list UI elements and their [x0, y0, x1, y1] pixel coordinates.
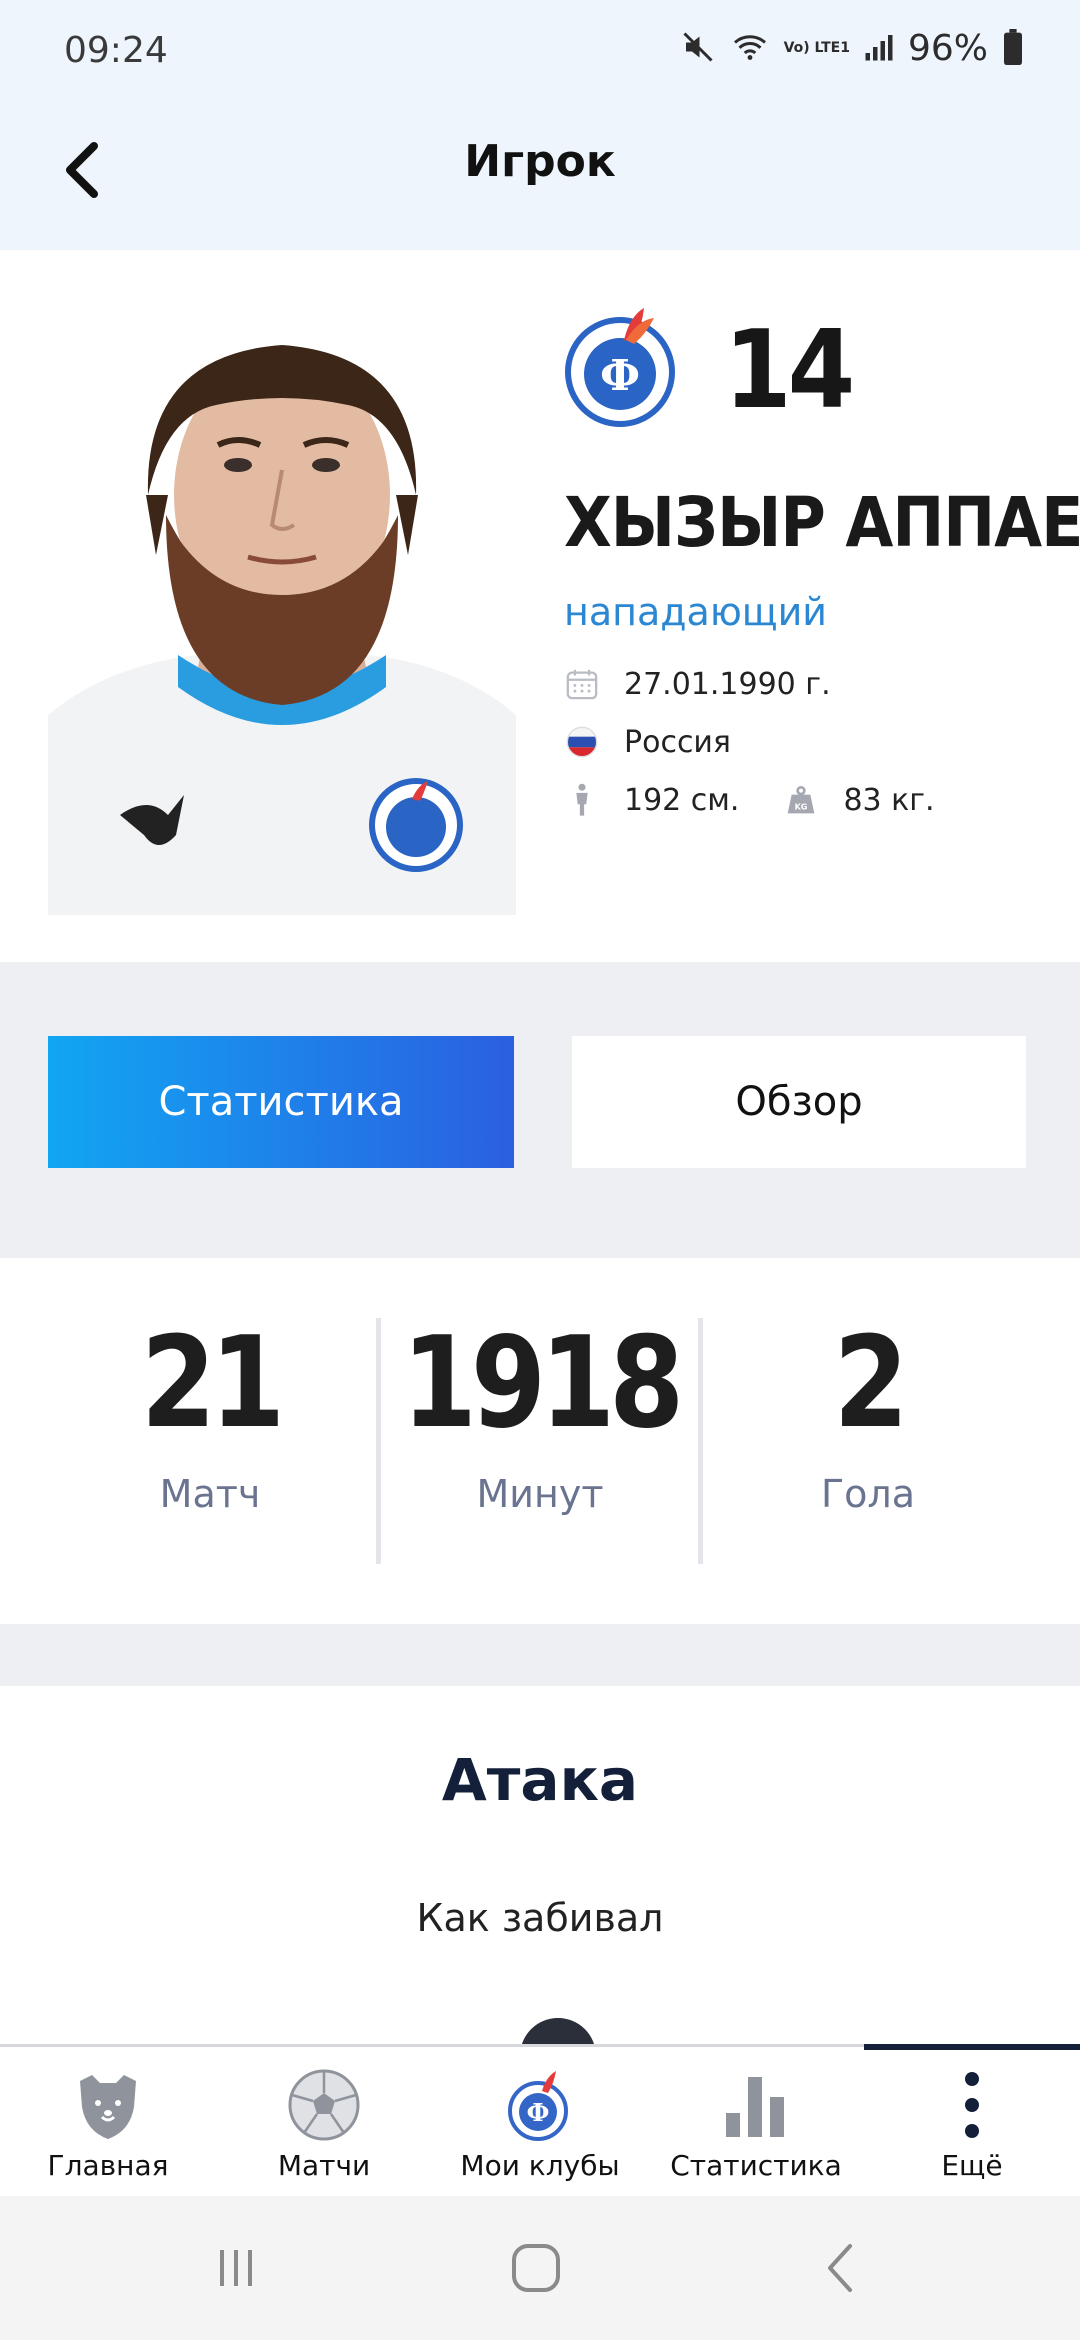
height-person-icon	[564, 782, 600, 818]
stat-label: Матч	[159, 1472, 261, 1516]
player-number: 14	[724, 308, 855, 433]
section-separator	[0, 1624, 1080, 1686]
stat-label: Минут	[476, 1472, 604, 1516]
stat-goals: 2 Гола	[748, 1310, 988, 1516]
nav-label: Матчи	[277, 2149, 371, 2182]
status-time: 09:24	[64, 30, 168, 71]
battery-percent: 96%	[907, 28, 988, 69]
wifi-icon	[730, 29, 770, 69]
divider	[376, 1318, 381, 1564]
birth-date: 27.01.1990 г.	[624, 666, 831, 702]
birth-date-row: 27.01.1990 г.	[564, 666, 831, 702]
bottom-navigation: Главная Матчи Ф Мои клубы Статистика Ещё	[0, 2044, 1080, 2196]
nav-item-home[interactable]: Главная	[0, 2047, 216, 2199]
stat-matches: 21 Матч	[90, 1310, 330, 1516]
height: 192 см.	[624, 782, 740, 818]
battery-icon	[1002, 28, 1024, 69]
calendar-icon	[564, 666, 600, 702]
page-title: Игрок	[464, 136, 616, 187]
russia-flag-icon	[564, 724, 600, 760]
stat-value: 1918	[401, 1310, 684, 1457]
club-logo-icon[interactable]: Ф	[564, 300, 676, 430]
nav-label: Мои клубы	[460, 2149, 620, 2182]
system-navigation	[0, 2196, 1080, 2340]
divider	[698, 1318, 703, 1564]
svg-text:Ф: Ф	[527, 2098, 550, 2127]
stat-label: Гола	[821, 1472, 915, 1516]
mute-icon	[680, 29, 716, 69]
club-logo-icon: Ф	[500, 2065, 580, 2145]
section-subtitle: Как забивал	[416, 1896, 664, 1940]
tab-overview[interactable]: Обзор	[572, 1036, 1026, 1168]
more-vertical-icon	[932, 2065, 1012, 2145]
status-icons: Vo) LTE1 96%	[680, 28, 1024, 69]
nav-label: Главная	[47, 2149, 169, 2182]
home-icon	[512, 2244, 560, 2292]
soccer-ball-icon	[284, 2065, 364, 2145]
nav-item-more[interactable]: Ещё	[864, 2047, 1080, 2199]
chart-peek	[520, 2018, 596, 2046]
stat-value: 21	[140, 1310, 285, 1457]
nav-item-matches[interactable]: Матчи	[216, 2047, 432, 2199]
signal-icon	[864, 31, 894, 67]
bear-logo-icon	[68, 2065, 148, 2145]
nav-label: Статистика	[670, 2149, 842, 2182]
svg-text:Ф: Ф	[600, 351, 640, 400]
attack-section: Атака Как забивал	[0, 1686, 1080, 2046]
country: Россия	[624, 724, 731, 760]
player-card: Ф 14 ХЫЗЫР АППАЕВ нападающий 27.01.1990 …	[0, 250, 1080, 962]
body-row: 192 см. KG 83 кг.	[564, 782, 935, 818]
weight-icon: KG	[783, 782, 819, 818]
weight: 83 кг.	[843, 782, 935, 818]
player-photo	[48, 295, 516, 915]
svg-text:KG: KG	[795, 802, 808, 811]
bar-chart-icon	[716, 2065, 796, 2145]
country-row: Россия	[564, 724, 731, 760]
recent-apps-icon	[220, 2250, 252, 2286]
nav-item-my-clubs[interactable]: Ф Мои клубы	[432, 2047, 648, 2199]
recent-apps-button[interactable]	[196, 2236, 276, 2300]
nav-item-statistics[interactable]: Статистика	[648, 2047, 864, 2199]
tabs-section: Статистика Обзор	[0, 962, 1080, 1258]
back-arrow-icon	[828, 2244, 852, 2292]
app-header: Игрок	[0, 100, 1080, 250]
player-position: нападающий	[564, 590, 827, 634]
home-button[interactable]	[496, 2236, 576, 2300]
player-name: ХЫЗЫР АППАЕВ	[564, 482, 1080, 563]
status-bar: 09:24 Vo) LTE1 96%	[0, 0, 1080, 100]
nav-label: Ещё	[941, 2149, 1003, 2182]
section-title: Атака	[441, 1746, 639, 1814]
tab-statistics[interactable]: Статистика	[48, 1036, 514, 1168]
system-back-button[interactable]	[800, 2236, 880, 2300]
stat-minutes: 1918 Минут	[400, 1310, 684, 1516]
network-type: Vo) LTE1	[783, 40, 850, 56]
stat-value: 2	[833, 1310, 908, 1457]
summary-stats: 21 Матч 1918 Минут 2 Гола	[0, 1258, 1080, 1624]
